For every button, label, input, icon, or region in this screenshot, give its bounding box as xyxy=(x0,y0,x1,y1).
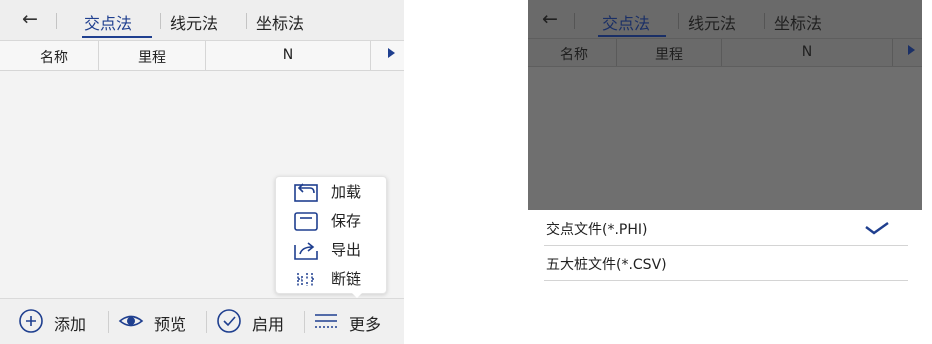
top-tab-bar: ← 交点法 线元法 坐标法 xyxy=(0,0,404,41)
tab-coordinate-method[interactable]: 坐标法 xyxy=(256,10,304,34)
load-icon xyxy=(294,183,318,202)
check-circle-icon xyxy=(217,309,241,333)
checkmark-icon xyxy=(865,222,889,235)
popup-caret xyxy=(350,291,364,298)
active-tab-indicator xyxy=(82,36,152,38)
column-header-n[interactable]: N xyxy=(206,47,370,63)
column-header-n: N xyxy=(801,44,813,60)
menu-item-load[interactable]: 加载 xyxy=(276,178,386,206)
bottom-toolbar: 添加 预览 启用 更多 xyxy=(0,298,404,344)
export-icon xyxy=(294,242,318,260)
option-phi-file[interactable]: 交点文件(*.PHI) xyxy=(544,211,908,246)
tab-intersection-method[interactable]: 交点法 xyxy=(84,10,132,34)
scroll-right-icon xyxy=(908,45,915,55)
divider xyxy=(160,13,161,29)
column-header-name: 名称 xyxy=(560,47,588,63)
option-csv-file[interactable]: 五大桩文件(*.CSV) xyxy=(544,246,908,281)
table-header: 名称 里程 N xyxy=(0,41,404,71)
menu-item-label: 加载 xyxy=(331,183,362,201)
back-arrow-icon: ← xyxy=(542,8,558,30)
preview-label: 预览 xyxy=(154,315,187,334)
tab-intersection-method: 交点法 xyxy=(602,14,651,33)
menu-item-label: 导出 xyxy=(331,241,362,259)
divider xyxy=(678,13,679,29)
tab-coordinate-method: 坐标法 xyxy=(774,14,823,33)
tab-line-element-method: 线元法 xyxy=(688,14,737,33)
more-popup-menu: 加载 保存 导出 断链 xyxy=(275,176,387,294)
column-header-mileage: 里程 xyxy=(655,47,683,63)
toolbar-divider xyxy=(304,311,305,333)
toolbar-divider xyxy=(206,311,207,333)
table-header: 名称 里程 N xyxy=(528,39,922,67)
break-chain-icon xyxy=(297,273,315,286)
menu-item-export[interactable]: 导出 xyxy=(276,236,386,264)
add-label: 添加 xyxy=(54,315,87,334)
option-label: 五大桩文件(*.CSV) xyxy=(546,257,667,273)
toolbar-divider xyxy=(108,311,109,333)
top-tab-bar: ← 交点法 线元法 坐标法 xyxy=(528,0,922,39)
active-tab-indicator xyxy=(598,35,666,37)
divider xyxy=(56,13,57,29)
dim-overlay[interactable]: ← 交点法 线元法 坐标法 名称 里程 N xyxy=(528,0,922,210)
enable-label: 启用 xyxy=(252,315,285,334)
scroll-right-icon[interactable] xyxy=(388,48,395,58)
menu-item-save[interactable]: 保存 xyxy=(276,207,386,235)
more-lines-icon xyxy=(315,314,337,328)
menu-item-break-chain[interactable]: 断链 xyxy=(276,265,386,293)
save-icon xyxy=(294,212,318,231)
more-label: 更多 xyxy=(349,315,382,334)
column-divider xyxy=(892,39,893,66)
menu-item-label: 保存 xyxy=(331,212,362,230)
menu-item-label: 断链 xyxy=(331,270,362,288)
column-header-mileage[interactable]: 里程 xyxy=(99,47,205,67)
divider xyxy=(246,13,247,29)
column-header-name[interactable]: 名称 xyxy=(10,47,98,67)
tab-line-element-method[interactable]: 线元法 xyxy=(170,10,218,34)
eye-icon xyxy=(118,315,144,327)
option-label: 交点文件(*.PHI) xyxy=(546,222,648,238)
back-arrow-icon[interactable]: ← xyxy=(22,8,38,30)
left-screen: ← 交点法 线元法 坐标法 名称 里程 N 加载 保存 导出 断链 添加 预览 … xyxy=(0,0,404,344)
right-screen: ← 交点法 线元法 坐标法 名称 里程 N 交点文件(*.PHI) 五大桩文件(… xyxy=(528,0,922,344)
add-circle-icon xyxy=(19,309,43,333)
divider xyxy=(574,13,575,29)
column-divider xyxy=(370,41,371,70)
divider xyxy=(764,13,765,29)
